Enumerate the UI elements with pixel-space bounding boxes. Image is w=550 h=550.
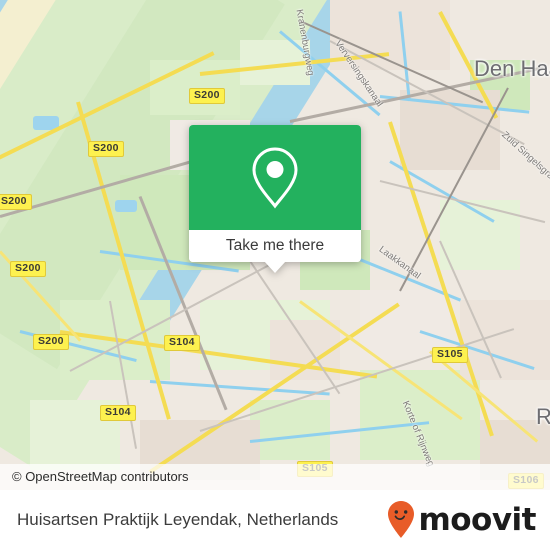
road-shield: S200 [33, 334, 69, 350]
popup-inner: Take me there [189, 125, 361, 262]
place-label-rijswijk: R [536, 404, 550, 429]
popup-pointer-tip [264, 261, 286, 273]
map-screen: Kranenburgweg Verversingskanaal Zuid Sin… [0, 0, 550, 550]
road-shield: S200 [189, 88, 225, 104]
road-shield: S105 [432, 347, 468, 363]
road-shield: S200 [10, 261, 46, 277]
road-shield: S104 [164, 335, 200, 351]
popup-header [189, 125, 361, 230]
location-title: Huisartsen Praktijk Leyendak, Netherland… [17, 510, 339, 529]
canal [149, 380, 330, 396]
take-me-there-label: Take me there [225, 237, 325, 254]
popup-action-bar[interactable]: Take me there [189, 230, 361, 262]
footer-bar: Huisartsen Praktijk Leyendak, Netherland… [0, 490, 550, 550]
moovit-pin-icon [388, 501, 415, 538]
road-shield: S200 [88, 141, 124, 157]
moovit-wordmark: moovit [418, 501, 536, 538]
location-popup-card[interactable]: Take me there [189, 125, 361, 273]
map-pin-icon [252, 146, 298, 208]
pond [115, 200, 137, 212]
place-label-den-haag: Den Haag [474, 56, 550, 81]
park-patch [440, 200, 520, 270]
road-shield: S200 [0, 194, 32, 210]
road-shield: S104 [100, 405, 136, 421]
moovit-logo[interactable]: moovit [386, 500, 536, 540]
attribution-bar: © OpenStreetMap contributors [0, 464, 550, 490]
attribution-text[interactable]: © OpenStreetMap contributors [12, 469, 189, 484]
